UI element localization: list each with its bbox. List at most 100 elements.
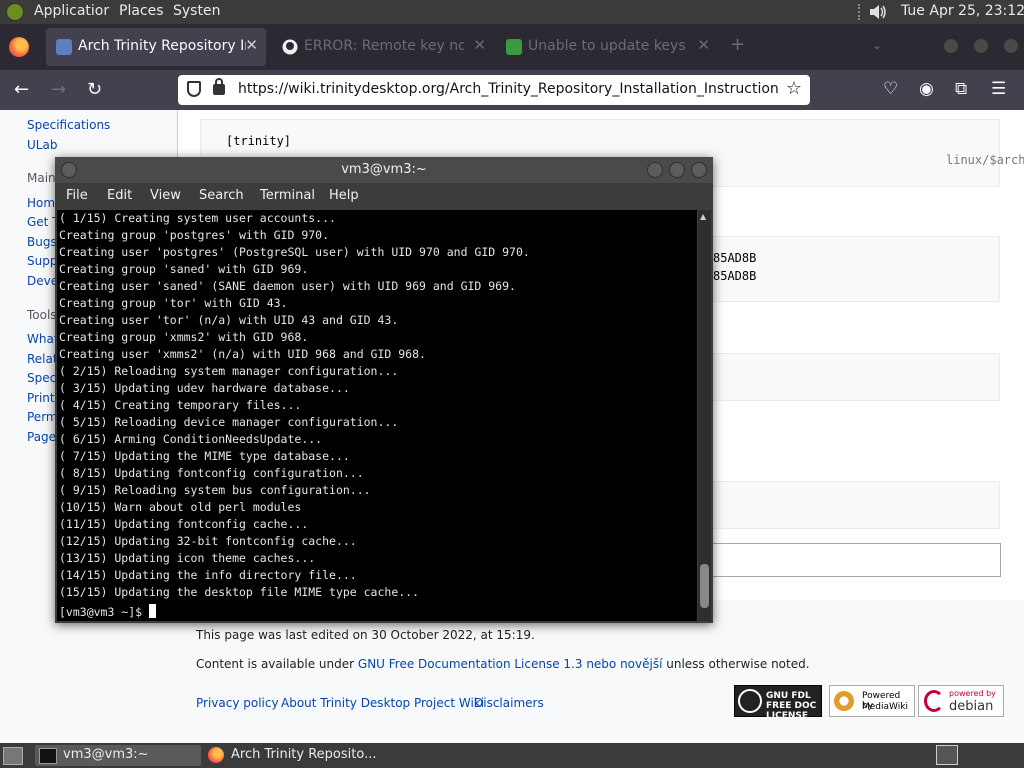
volume-icon[interactable] bbox=[868, 3, 888, 21]
terminal-title: vm3@vm3:~ bbox=[341, 162, 427, 177]
sidebar-link-support[interactable]: Supp bbox=[27, 254, 57, 268]
terminal-line: Creating group 'saned' with GID 969. bbox=[59, 262, 309, 276]
bookmark-star-icon[interactable]: ☆ bbox=[786, 78, 802, 99]
sidebar-link-permanent[interactable]: Perm bbox=[27, 410, 58, 424]
code-line: 85AD8B bbox=[713, 251, 757, 265]
terminal-line: Creating group 'xmms2' with GID 968. bbox=[59, 330, 309, 344]
terminal-line: Creating user 'postgres' (PostgreSQL use… bbox=[59, 245, 530, 259]
tab-error-remote-key[interactable]: ERROR: Remote key not ✕ bbox=[272, 28, 494, 66]
terminal-menubar: File Edit View Search Terminal Help bbox=[55, 183, 713, 209]
sidebar-link-what-links[interactable]: What bbox=[27, 332, 59, 346]
menu-file[interactable]: File bbox=[66, 188, 88, 203]
places-menu[interactable]: Places bbox=[119, 3, 164, 19]
prompt-text: [vm3@vm3 ~]$ bbox=[59, 605, 150, 619]
clock[interactable]: Tue Apr 25, 23:12 bbox=[901, 3, 1024, 19]
menu-terminal[interactable]: Terminal bbox=[260, 188, 315, 203]
tab-arch-trinity[interactable]: Arch Trinity Repository Ins ✕ bbox=[46, 28, 266, 66]
menu-help[interactable]: Help bbox=[329, 188, 359, 203]
distro-logo-icon[interactable] bbox=[6, 3, 24, 21]
terminal-line: ( 8/15) Updating fontconfig configuratio… bbox=[59, 466, 364, 480]
terminal-prompt[interactable]: [vm3@vm3 ~]$ bbox=[59, 604, 157, 621]
menu-edit[interactable]: Edit bbox=[107, 188, 132, 203]
menu-view[interactable]: View bbox=[150, 188, 181, 203]
terminal-titlebar[interactable]: vm3@vm3:~ bbox=[55, 157, 713, 183]
taskbar-firefox[interactable]: Arch Trinity Reposito... bbox=[204, 745, 404, 766]
scrollbar-thumb[interactable] bbox=[700, 564, 709, 608]
top-panel: Applicatior Places Systen Tue Apr 25, 23… bbox=[0, 0, 1024, 24]
sidebar-heading-tools: Tools bbox=[27, 308, 57, 322]
workspace-switcher[interactable] bbox=[936, 745, 958, 765]
pocket-icon[interactable]: ♡ bbox=[883, 79, 898, 99]
forward-arrow-icon[interactable]: → bbox=[51, 79, 66, 100]
taskbar-terminal[interactable]: vm3@vm3:~ bbox=[35, 745, 201, 766]
url-bar[interactable]: https://wiki.trinitydesktop.org/Arch_Tri… bbox=[178, 75, 810, 105]
terminal-line: Creating user 'tor' (n/a) with UID 43 an… bbox=[59, 313, 399, 327]
terminal-close-button[interactable] bbox=[691, 162, 707, 178]
search-field[interactable] bbox=[695, 543, 1001, 577]
menu-search[interactable]: Search bbox=[199, 188, 244, 203]
window-minimize-button[interactable] bbox=[943, 38, 959, 54]
hamburger-menu-icon[interactable]: ☰ bbox=[991, 79, 1006, 99]
mediawiki-logo-icon bbox=[834, 691, 854, 711]
close-tab-icon[interactable]: ✕ bbox=[473, 36, 486, 54]
debian-swirl-icon bbox=[924, 690, 944, 712]
applications-menu[interactable]: Applicatior bbox=[34, 3, 109, 19]
window-maximize-button[interactable] bbox=[973, 38, 989, 54]
privacy-policy-link[interactable]: Privacy policy bbox=[196, 696, 279, 710]
url-text[interactable]: https://wiki.trinitydesktop.org/Arch_Tri… bbox=[238, 81, 778, 97]
terminal-line: ( 5/15) Reloading device manager configu… bbox=[59, 415, 399, 429]
tab-label: Unable to update keys bbox=[528, 38, 686, 54]
sidebar-link-related[interactable]: Relat bbox=[27, 352, 58, 366]
text-cursor bbox=[149, 604, 157, 618]
taskbar-label: vm3@vm3:~ bbox=[63, 747, 149, 762]
system-menu[interactable]: Systen bbox=[173, 3, 220, 19]
debian-badge[interactable]: powered by debian bbox=[918, 685, 1004, 717]
close-tab-icon[interactable]: ✕ bbox=[245, 36, 258, 54]
github-icon bbox=[282, 39, 298, 55]
terminal-output[interactable]: ( 1/15) Creating system user accounts...… bbox=[57, 210, 697, 621]
sidebar-link-ulab[interactable]: ULab bbox=[27, 138, 57, 152]
terminal-minimize-button[interactable] bbox=[647, 162, 663, 178]
shield-icon[interactable] bbox=[187, 81, 201, 97]
mediawiki-badge[interactable]: Powered by MediaWiki bbox=[829, 685, 915, 717]
back-arrow-icon[interactable]: ← bbox=[14, 79, 29, 100]
show-desktop-icon[interactable] bbox=[3, 747, 23, 765]
sidebar-link-printable[interactable]: Print bbox=[27, 391, 55, 405]
terminal-line: ( 3/15) Updating udev hardware database.… bbox=[59, 381, 350, 395]
lock-icon[interactable] bbox=[213, 78, 225, 95]
scroll-up-arrow-icon[interactable]: ▲ bbox=[700, 212, 706, 221]
terminal-line: (15/15) Updating the desktop file MIME t… bbox=[59, 585, 420, 599]
terminal-line: Creating user 'saned' (SANE daemon user)… bbox=[59, 279, 516, 293]
debian-badge-top: powered by bbox=[949, 689, 996, 698]
debian-badge-bottom: debian bbox=[949, 699, 994, 714]
firefox-icon[interactable] bbox=[9, 37, 29, 57]
terminal-line: ( 7/15) Updating the MIME type database.… bbox=[59, 449, 350, 463]
reload-icon[interactable]: ↻ bbox=[87, 79, 102, 100]
new-tab-icon[interactable]: + bbox=[730, 34, 745, 55]
mediawiki-badge-bottom: MediaWiki bbox=[862, 702, 908, 712]
terminal-window[interactable]: vm3@vm3:~ File Edit View Search Terminal… bbox=[55, 157, 713, 623]
panel-separator bbox=[858, 4, 864, 20]
terminal-maximize-button[interactable] bbox=[669, 162, 685, 178]
tab-list-chevron-icon[interactable]: ⌄ bbox=[872, 38, 882, 52]
terminal-line: Creating user 'xmms2' (n/a) with UID 968… bbox=[59, 347, 426, 361]
bottom-panel: vm3@vm3:~ Arch Trinity Reposito... bbox=[0, 743, 1024, 768]
disclaimers-link[interactable]: Disclaimers bbox=[474, 696, 544, 710]
sidebar-link-page-info[interactable]: Page bbox=[27, 430, 56, 444]
tab-unable-update-keys[interactable]: Unable to update keys ✕ bbox=[496, 28, 718, 66]
browser-tabbar: Arch Trinity Repository Ins ✕ ERROR: Rem… bbox=[0, 24, 1024, 70]
sidebar-link-bugs[interactable]: Bugs bbox=[27, 235, 57, 249]
sidebar-link-special[interactable]: Spec bbox=[27, 371, 56, 385]
sidebar-link-developers[interactable]: Deve bbox=[27, 274, 58, 288]
terminal-line: ( 1/15) Creating system user accounts... bbox=[59, 211, 336, 225]
account-icon[interactable]: ◉ bbox=[919, 79, 934, 99]
sidebar-link-specifications[interactable]: Specifications bbox=[27, 118, 110, 132]
license-prefix: Content is available under bbox=[196, 657, 358, 671]
extensions-icon[interactable]: ⧉ bbox=[955, 79, 967, 99]
license-link[interactable]: GNU Free Documentation License 1.3 nebo … bbox=[358, 657, 663, 671]
close-tab-icon[interactable]: ✕ bbox=[697, 36, 710, 54]
gnu-fdl-badge[interactable]: GNU FDL FREE DOC LICENSE bbox=[734, 685, 822, 721]
terminal-scrollbar[interactable]: ▲ bbox=[698, 210, 711, 621]
window-close-button[interactable] bbox=[1003, 38, 1019, 54]
about-link[interactable]: About Trinity Desktop Project Wiki bbox=[281, 696, 484, 710]
